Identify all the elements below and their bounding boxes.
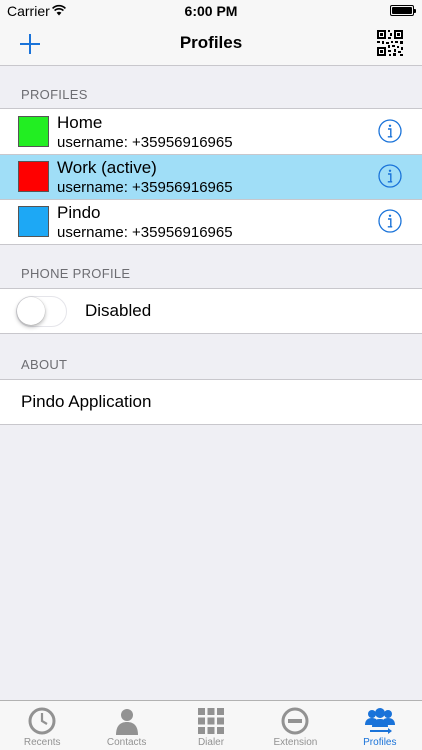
toggle-knob: [17, 297, 45, 325]
profile-row-work[interactable]: Work (active) username: +35956916965: [0, 154, 422, 199]
profile-name: Home: [57, 113, 103, 132]
info-icon[interactable]: [378, 119, 402, 143]
tab-bar: Recents Contacts Dialer Extension Profil…: [0, 700, 422, 750]
person-icon: [115, 709, 138, 735]
tab-dialer[interactable]: Dialer: [169, 701, 253, 750]
profile-color-swatch: [18, 206, 49, 237]
profile-name: Pindo: [57, 203, 101, 222]
profile-username: username: +35956916965: [57, 224, 233, 241]
navigation-bar: Profiles: [0, 22, 422, 66]
tab-label: Dialer: [197, 737, 225, 748]
about-item-label: Pindo Application: [21, 392, 152, 411]
page-title: Profiles: [179, 33, 243, 52]
qr-code-icon[interactable]: [376, 29, 404, 57]
profiles-icon: [364, 708, 395, 734]
clock-icon: [28, 707, 56, 735]
profiles-list: Home username: +35956916965 Work (active…: [0, 108, 422, 245]
about-group: Pindo Application: [0, 379, 422, 425]
tab-label: Extension: [273, 737, 318, 748]
battery-icon: [390, 5, 416, 16]
about-pindo-application-row[interactable]: Pindo Application: [0, 380, 422, 424]
tab-contacts[interactable]: Contacts: [84, 701, 168, 750]
info-icon[interactable]: [378, 209, 402, 233]
profile-color-swatch: [18, 161, 49, 192]
profile-username: username: +35956916965: [57, 134, 233, 151]
tab-profiles[interactable]: Profiles: [338, 701, 422, 750]
minus-circle-icon: [281, 707, 309, 735]
keypad-icon: [198, 708, 225, 734]
status-time: 6:00 PM: [184, 3, 238, 19]
tab-label: Profiles: [363, 737, 397, 748]
phone-profile-label: Disabled: [85, 301, 152, 320]
profile-username: username: +35956916965: [57, 179, 233, 196]
phone-profile-row: Disabled: [0, 289, 422, 333]
profiles-section-header: PROFILES: [21, 87, 88, 102]
profile-color-swatch: [18, 116, 49, 147]
tab-label: Recents: [23, 737, 61, 748]
profile-name: Work (active): [57, 158, 157, 177]
phone-profile-group: Disabled: [0, 288, 422, 334]
status-bar: Carrier 6:00 PM: [0, 0, 422, 22]
tab-label: Contacts: [106, 737, 147, 748]
phone-profile-section-header: PHONE PROFILE: [21, 266, 131, 281]
info-icon[interactable]: [378, 164, 402, 188]
tab-recents[interactable]: Recents: [0, 701, 84, 750]
profile-row-home[interactable]: Home username: +35956916965: [0, 109, 422, 154]
about-section-header: ABOUT: [21, 357, 68, 372]
tab-extension[interactable]: Extension: [253, 701, 337, 750]
profile-row-pindo[interactable]: Pindo username: +35956916965: [0, 199, 422, 244]
phone-profile-toggle[interactable]: [16, 296, 67, 327]
